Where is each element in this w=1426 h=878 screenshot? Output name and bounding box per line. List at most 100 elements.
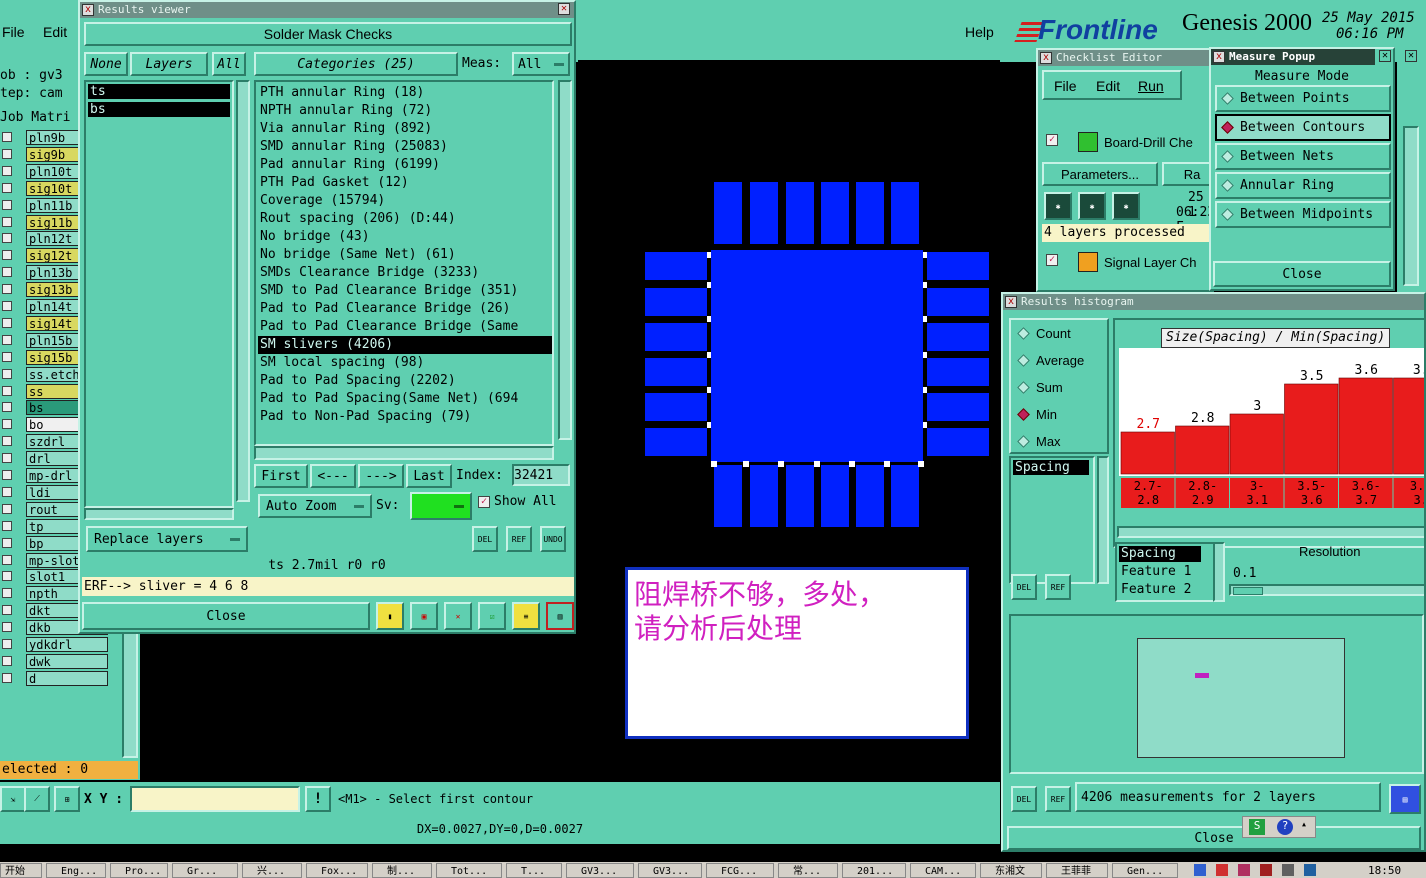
- histogram-mode-option[interactable]: Sum: [1013, 378, 1105, 398]
- measure-option[interactable]: Annular Ring: [1215, 172, 1391, 199]
- xy-input[interactable]: [130, 786, 300, 812]
- category-item[interactable]: No bridge (Same Net) (61): [258, 246, 552, 264]
- layer-checkbox[interactable]: [2, 301, 12, 311]
- drill-tool-icon-3[interactable]: ✱: [1112, 192, 1140, 220]
- layer-tool-icon[interactable]: ▮: [376, 602, 404, 630]
- feature-list-scrollbar[interactable]: [1213, 542, 1225, 602]
- right-panel-scrollbar[interactable]: [1403, 126, 1419, 286]
- undo-icon[interactable]: UNDO: [540, 526, 566, 552]
- layer-checkbox[interactable]: [2, 368, 12, 379]
- tray-app-icon[interactable]: [1238, 864, 1250, 876]
- layer-checkbox[interactable]: [2, 233, 12, 244]
- layer-checkbox[interactable]: [2, 639, 12, 649]
- results-viewer-menu-icon[interactable]: x: [82, 4, 94, 16]
- taskbar-item[interactable]: Fox...: [306, 863, 368, 878]
- layer-checkbox[interactable]: [2, 453, 12, 464]
- nav-first-button[interactable]: First: [254, 464, 308, 488]
- results-viewer-titlebar[interactable]: Results viewer: [80, 2, 574, 18]
- categories-scrollbar[interactable]: [558, 80, 572, 440]
- layer-item[interactable]: d: [26, 670, 108, 686]
- menu-file[interactable]: File: [2, 24, 25, 40]
- layers-none-button[interactable]: None: [84, 52, 128, 76]
- tray-close-icon[interactable]: [1260, 864, 1272, 876]
- right-panel-close-icon[interactable]: ✕: [1405, 50, 1417, 62]
- layer-checkbox[interactable]: [2, 148, 12, 159]
- layer-checkbox[interactable]: [2, 470, 12, 480]
- feature-list-item[interactable]: Spacing: [1119, 546, 1201, 562]
- histogram-mode-option[interactable]: Count: [1013, 324, 1105, 344]
- results-layer-hscroll[interactable]: [84, 508, 234, 520]
- snap-tool-icon[interactable]: ⇲: [0, 786, 26, 812]
- auto-zoom-dropdown[interactable]: Auto Zoom: [258, 494, 372, 518]
- layer-checkbox[interactable]: [2, 486, 12, 497]
- measure-popup-close-button[interactable]: Close: [1213, 261, 1391, 287]
- layer-checkbox[interactable]: [2, 520, 12, 531]
- layer-checkbox[interactable]: [2, 419, 12, 430]
- histogram-mode-option[interactable]: Min: [1013, 405, 1105, 425]
- taskbar-item[interactable]: 东湘文: [980, 863, 1042, 878]
- export-icon[interactable]: ▣: [410, 602, 438, 630]
- checklist-menu-edit[interactable]: Edit: [1096, 78, 1120, 94]
- results-viewer-close-icon[interactable]: ✕: [558, 3, 570, 15]
- results-layer-scrollbar[interactable]: [236, 80, 250, 502]
- check-item-1-label[interactable]: Board-Drill Che: [1104, 135, 1193, 150]
- taskbar-item[interactable]: 201...: [842, 863, 906, 878]
- layer-checkbox[interactable]: [2, 351, 12, 362]
- taskbar-item[interactable]: Eng...: [46, 863, 106, 878]
- layer-checkbox[interactable]: [2, 402, 12, 413]
- layer-checkbox[interactable]: [2, 554, 12, 565]
- layer-item[interactable]: ydkdrl: [26, 637, 108, 652]
- histogram-chart-hscroll[interactable]: [1117, 526, 1424, 538]
- category-item[interactable]: Pad to Pad Spacing (2202): [258, 372, 552, 390]
- layer-item[interactable]: dwk: [26, 653, 108, 669]
- category-item[interactable]: Rout spacing (206) (D:44): [258, 210, 552, 228]
- layer-checkbox[interactable]: [2, 284, 12, 295]
- category-item[interactable]: Pad to Pad Clearance Bridge (Same: [258, 318, 552, 336]
- check-item-2-checkbox[interactable]: ✓: [1046, 254, 1058, 266]
- taskbar-item[interactable]: 王菲菲: [1046, 863, 1108, 878]
- tray-arrow-icon[interactable]: ▴: [1301, 819, 1307, 830]
- checklist-menu-file[interactable]: File: [1054, 78, 1077, 94]
- menu-edit[interactable]: Edit: [43, 24, 67, 40]
- checklist-titlebar[interactable]: Checklist Editor: [1038, 50, 1212, 66]
- category-item[interactable]: SM local spacing (98): [258, 354, 552, 372]
- meas-dropdown[interactable]: All: [512, 52, 570, 76]
- layer-checkbox[interactable]: [2, 622, 12, 633]
- resolution-slider[interactable]: [1229, 584, 1424, 596]
- feature-list-item[interactable]: Feature 2: [1119, 582, 1213, 598]
- start-button[interactable]: 开始: [0, 863, 42, 878]
- measure-popup-titlebar[interactable]: Measure Popup: [1211, 49, 1375, 65]
- category-item[interactable]: Via annular Ring (892): [258, 120, 552, 138]
- histogram-mode-option[interactable]: Average: [1013, 351, 1105, 371]
- tray-lang-icon[interactable]: [1304, 864, 1316, 876]
- taskbar-item[interactable]: 制...: [372, 863, 432, 878]
- layer-checkbox[interactable]: [2, 267, 12, 278]
- histogram-series-item[interactable]: Spacing: [1013, 460, 1089, 475]
- taskbar-item[interactable]: 兴...: [242, 863, 302, 878]
- tray-edit-icon[interactable]: [1216, 864, 1228, 876]
- taskbar-item[interactable]: Gen...: [1112, 863, 1178, 878]
- summary-ref-icon[interactable]: REF: [1045, 786, 1071, 812]
- check-item-2-label[interactable]: Signal Layer Ch: [1104, 255, 1197, 270]
- histogram-bar[interactable]: [1338, 377, 1393, 475]
- layer-checkbox[interactable]: [2, 436, 12, 447]
- sv-color-dropdown[interactable]: [410, 492, 472, 520]
- taskbar-item[interactable]: FCG...: [706, 863, 774, 878]
- layer-checkbox[interactable]: [2, 503, 12, 514]
- histogram-ref-icon[interactable]: REF: [1045, 574, 1071, 600]
- del-icon[interactable]: DEL: [472, 526, 498, 552]
- histogram-menu-icon[interactable]: x: [1005, 296, 1017, 308]
- histogram-bar[interactable]: [1229, 413, 1284, 475]
- check-item-1-checkbox[interactable]: ✓: [1046, 134, 1058, 146]
- replace-layers-dropdown[interactable]: Replace layers: [86, 526, 248, 552]
- taskbar-item[interactable]: GV3...: [638, 863, 702, 878]
- layers-button[interactable]: Layers: [130, 52, 208, 76]
- nav-next-button[interactable]: --->: [358, 464, 404, 488]
- nav-last-button[interactable]: Last: [406, 464, 452, 488]
- category-item[interactable]: PTH annular Ring (18): [258, 84, 552, 102]
- ref-icon[interactable]: REF: [506, 526, 532, 552]
- category-item[interactable]: SMDs Clearance Bridge (3233): [258, 264, 552, 282]
- category-item[interactable]: SMD annular Ring (25083): [258, 138, 552, 156]
- layer-checkbox[interactable]: [2, 385, 12, 396]
- index-input[interactable]: [512, 464, 570, 486]
